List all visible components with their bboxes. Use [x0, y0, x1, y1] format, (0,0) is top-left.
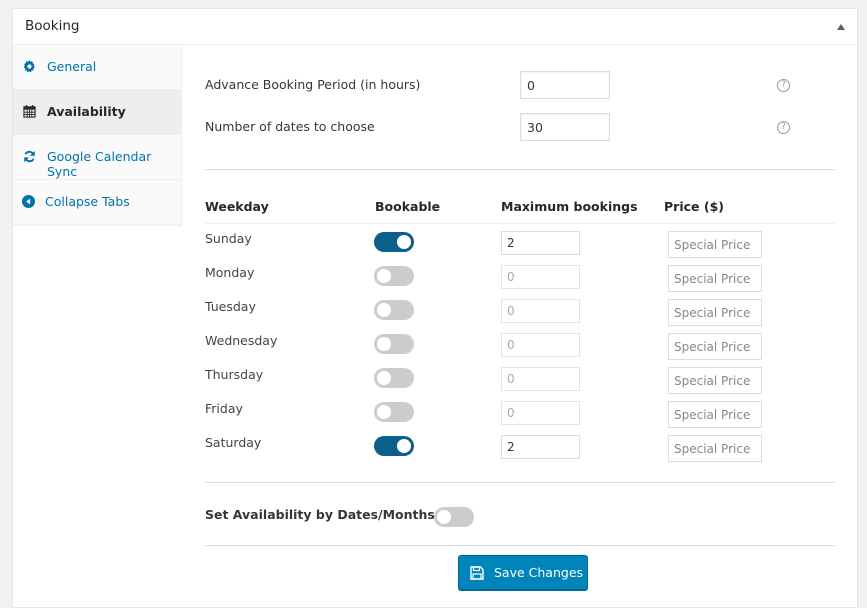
weekday-label: Monday — [205, 265, 255, 280]
max-bookings-input[interactable] — [501, 333, 580, 357]
triangle-up-icon[interactable] — [837, 24, 845, 30]
bookable-toggle[interactable] — [374, 436, 414, 456]
special-price-input[interactable] — [668, 231, 762, 258]
header-bookable: Bookable — [375, 199, 441, 214]
weekday-label: Thursday — [205, 367, 264, 382]
table-header-divider — [205, 223, 835, 224]
advance-booking-label: Advance Booking Period (in hours) — [205, 77, 421, 92]
tabs-sidebar: General Availability Google Calendar Syn… — [13, 45, 182, 227]
refresh-icon — [24, 150, 35, 163]
help-icon[interactable]: ? — [777, 79, 790, 92]
bookable-toggle[interactable] — [374, 402, 414, 422]
panel-header[interactable]: Booking — [13, 9, 857, 45]
weekday-row: Monday — [205, 259, 835, 293]
weekday-row: Saturday — [205, 429, 835, 463]
weekday-label: Sunday — [205, 231, 252, 246]
advance-booking-row: Advance Booking Period (in hours) ? — [205, 71, 835, 101]
weekday-row: Thursday — [205, 361, 835, 395]
special-price-input[interactable] — [668, 265, 762, 292]
toggle-knob — [377, 337, 391, 351]
bookable-toggle[interactable] — [374, 300, 414, 320]
tab-label: Google Calendar Sync — [47, 149, 152, 179]
weekday-label: Saturday — [205, 435, 262, 450]
special-price-input[interactable] — [668, 299, 762, 326]
weekday-row: Friday — [205, 395, 835, 429]
weekday-label: Tuesday — [205, 299, 256, 314]
divider — [205, 545, 835, 546]
divider — [205, 482, 835, 483]
circle-left-arrow-icon — [22, 195, 35, 208]
dates-months-label: Set Availability by Dates/Months — [205, 507, 435, 522]
gear-icon — [23, 60, 35, 73]
weekday-label: Wednesday — [205, 333, 278, 348]
special-price-input[interactable] — [668, 401, 762, 428]
booking-panel: Booking General Availability Google Cale… — [12, 8, 858, 608]
weekday-row: Wednesday — [205, 327, 835, 361]
bookable-toggle[interactable] — [374, 232, 414, 252]
save-changes-button[interactable]: Save Changes — [458, 555, 588, 590]
weekday-label: Friday — [205, 401, 243, 416]
toggle-knob — [377, 405, 391, 419]
tab-label: General — [47, 59, 97, 74]
bookable-toggle[interactable] — [374, 266, 414, 286]
special-price-input[interactable] — [668, 333, 762, 360]
floppy-disk-icon — [470, 566, 484, 580]
toggle-knob — [377, 303, 391, 317]
panel-title: Booking — [25, 18, 80, 34]
max-bookings-input[interactable] — [501, 299, 580, 323]
special-price-input[interactable] — [668, 367, 762, 394]
dates-count-label: Number of dates to choose — [205, 119, 375, 134]
toggle-knob — [397, 235, 411, 249]
bookable-toggle[interactable] — [374, 368, 414, 388]
toggle-knob — [377, 269, 391, 283]
calendar-icon — [23, 105, 36, 118]
divider — [205, 169, 835, 170]
dates-count-row: Number of dates to choose ? — [205, 113, 835, 143]
max-bookings-input[interactable] — [501, 435, 580, 459]
header-price: Price ($) — [664, 199, 724, 214]
max-bookings-input[interactable] — [501, 231, 580, 255]
max-bookings-input[interactable] — [501, 265, 580, 289]
header-maximum-bookings: Maximum bookings — [501, 199, 638, 214]
tab-general[interactable]: General — [13, 45, 181, 90]
tab-collapse-tabs[interactable]: Collapse Tabs — [13, 180, 181, 225]
help-icon[interactable]: ? — [777, 121, 790, 134]
toggle-knob — [397, 439, 411, 453]
dates-count-input[interactable] — [520, 113, 610, 141]
special-price-input[interactable] — [668, 435, 762, 462]
dates-months-toggle[interactable] — [434, 507, 474, 527]
tab-google-calendar-sync[interactable]: Google Calendar Sync — [13, 135, 181, 180]
weekday-row: Tuesday — [205, 293, 835, 327]
tab-label: Collapse Tabs — [45, 194, 130, 209]
toggle-knob — [437, 510, 451, 524]
tab-label: Availability — [47, 104, 126, 119]
max-bookings-input[interactable] — [501, 401, 580, 425]
max-bookings-input[interactable] — [501, 367, 580, 391]
tab-availability[interactable]: Availability — [13, 90, 181, 135]
advance-booking-input[interactable] — [520, 71, 610, 99]
bookable-toggle[interactable] — [374, 334, 414, 354]
toggle-knob — [377, 371, 391, 385]
header-weekday: Weekday — [205, 199, 269, 214]
weekday-row: Sunday — [205, 225, 835, 259]
save-changes-label: Save Changes — [494, 565, 584, 580]
